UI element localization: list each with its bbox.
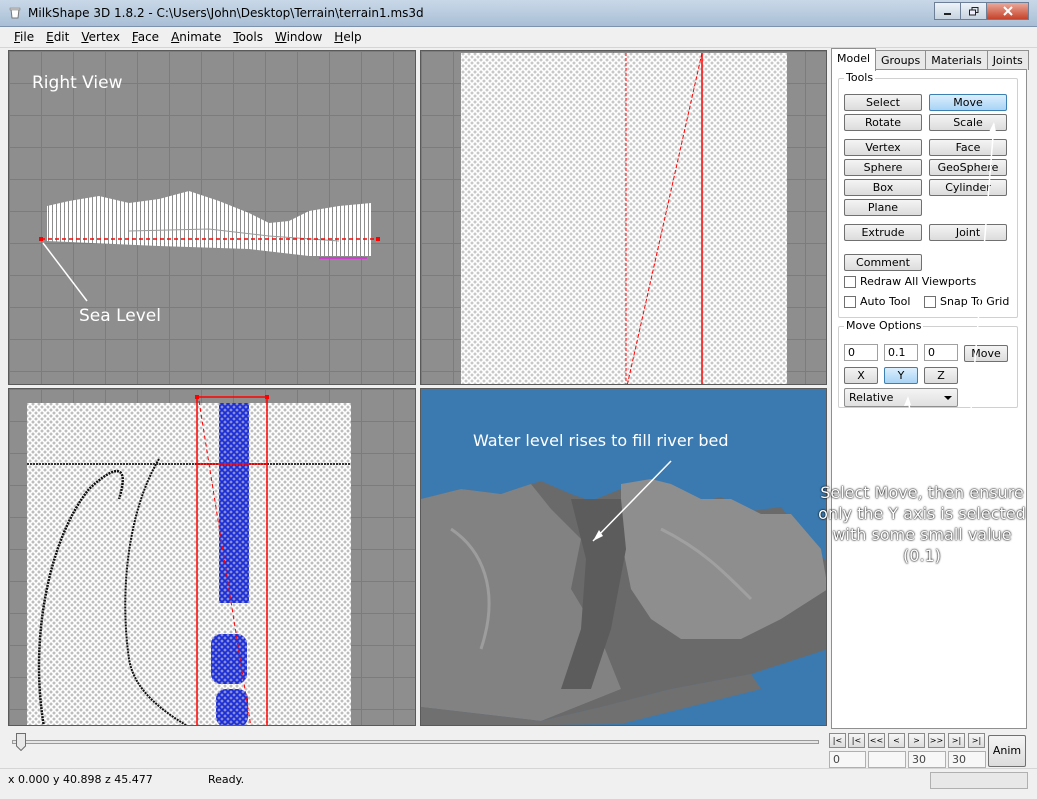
timeline-bar: |< |< << < > >> >| >| 0 30 30 Anim	[0, 731, 1037, 768]
frame-spacer-field	[868, 751, 906, 768]
close-icon	[1002, 6, 1013, 16]
tab-model[interactable]: Model	[831, 48, 877, 71]
menu-help[interactable]: Help	[328, 27, 367, 47]
chevron-down-icon	[944, 396, 952, 400]
snap-to-grid-checkbox[interactable]: Snap To Grid	[924, 295, 1009, 308]
apply-move-button[interactable]: Move	[964, 345, 1008, 362]
prev-key-button[interactable]: |<	[848, 733, 865, 748]
comment-tool-button[interactable]: Comment	[844, 254, 922, 271]
tools-group-title: Tools	[844, 71, 876, 84]
geosphere-tool-button[interactable]: GeoSphere	[929, 159, 1007, 176]
move-tool-button[interactable]: Move	[929, 94, 1007, 111]
redraw-all-viewports-checkbox[interactable]: Redraw All Viewports	[844, 275, 976, 288]
tab-materials[interactable]: Materials	[925, 50, 988, 70]
window-title: MilkShape 3D 1.8.2 - C:\Users\John\Deskt…	[28, 6, 424, 20]
move-mode-select[interactable]: Relative	[844, 388, 958, 407]
status-progress-panel	[930, 772, 1028, 789]
axis-y-toggle[interactable]: Y	[884, 367, 918, 384]
cursor-coordinates: x 0.000 y 40.898 z 45.477	[8, 773, 153, 786]
sea-level-annotation: Sea Level	[79, 306, 161, 326]
menu-window[interactable]: Window	[269, 27, 328, 47]
auto-tool-checkbox[interactable]: Auto Tool	[844, 295, 910, 308]
fast-forward-button[interactable]: >>	[928, 733, 945, 748]
checkbox-box	[844, 295, 856, 308]
checkbox-box	[844, 275, 856, 288]
title-bar: MilkShape 3D 1.8.2 - C:\Users\John\Deskt…	[0, 0, 1037, 27]
terrain-mesh-top	[27, 395, 351, 725]
face-tool-button[interactable]: Face	[929, 139, 1007, 156]
status-message: Ready.	[208, 773, 245, 786]
milkshape-app-icon	[9, 7, 21, 19]
viewport-label-right-view: Right View	[32, 73, 123, 93]
menu-vertex[interactable]: Vertex	[75, 27, 126, 47]
timeline-slider-handle[interactable]	[16, 733, 26, 751]
viewport-3d-view[interactable]: Water level rises to fill river bed	[420, 388, 827, 726]
tool-panel: Model Groups Materials Joints Tools Sele…	[831, 48, 1029, 731]
sphere-tool-button[interactable]: Sphere	[844, 159, 922, 176]
rotate-tool-button[interactable]: Rotate	[844, 114, 922, 131]
status-bar: x 0.000 y 40.898 z 45.477 Ready.	[0, 768, 1037, 799]
menu-tools[interactable]: Tools	[227, 27, 269, 47]
menu-face[interactable]: Face	[126, 27, 165, 47]
box-tool-button[interactable]: Box	[844, 179, 922, 196]
move-options-title: Move Options	[844, 319, 924, 332]
next-frame-button[interactable]: >	[908, 733, 925, 748]
axis-x-toggle[interactable]: X	[844, 367, 878, 384]
water-level-annotation: Water level rises to fill river bed	[473, 431, 729, 450]
checkbox-box	[924, 295, 936, 308]
prev-frame-button[interactable]: <	[888, 733, 905, 748]
end-frame-field[interactable]: 30	[948, 751, 986, 768]
anim-button[interactable]: Anim	[988, 735, 1026, 767]
terrain-profile	[39, 191, 380, 302]
first-frame-button[interactable]: |<	[829, 733, 846, 748]
restore-icon	[968, 6, 978, 15]
select-tool-button[interactable]: Select	[844, 94, 922, 111]
scale-tool-button[interactable]: Scale	[929, 114, 1007, 131]
rewind-button[interactable]: <<	[868, 733, 885, 748]
last-frame-button[interactable]: >|	[968, 733, 985, 748]
viewport-front-view[interactable]	[420, 50, 827, 385]
next-key-button[interactable]: >|	[948, 733, 965, 748]
tab-joints[interactable]: Joints	[986, 50, 1029, 70]
minimize-icon	[944, 12, 951, 15]
cylinder-tool-button[interactable]: Cylinder	[929, 179, 1007, 196]
extrude-tool-button[interactable]: Extrude	[844, 224, 922, 241]
move-x-input[interactable]: 0	[844, 344, 878, 361]
minimize-button[interactable]	[934, 2, 961, 20]
plane-tool-button[interactable]: Plane	[844, 199, 922, 216]
move-z-input[interactable]: 0	[924, 344, 958, 361]
close-button[interactable]	[986, 2, 1029, 20]
vertex-tool-button[interactable]: Vertex	[844, 139, 922, 156]
menu-bar: File Edit Vertex Face Animate Tools Wind…	[0, 27, 1037, 48]
joint-tool-button[interactable]: Joint	[929, 224, 1007, 241]
menu-edit[interactable]: Edit	[40, 27, 75, 47]
tab-groups[interactable]: Groups	[875, 50, 927, 70]
current-frame-field[interactable]: 0	[829, 751, 866, 768]
timeline-track[interactable]	[12, 740, 819, 744]
move-y-input[interactable]: 0.1	[884, 344, 918, 361]
model-tab-body: Tools Select Move Rotate Scale Vertex Fa…	[831, 69, 1027, 729]
start-frame-field[interactable]: 30	[908, 751, 946, 768]
axis-z-toggle[interactable]: Z	[924, 367, 958, 384]
instruction-annotation: Select Move, then ensure only the Y axis…	[818, 483, 1026, 565]
maximize-button[interactable]	[960, 2, 987, 20]
menu-animate[interactable]: Animate	[165, 27, 227, 47]
viewport-right-view[interactable]: Right View Sea Level	[8, 50, 416, 385]
terrain-mesh-front	[461, 52, 787, 384]
menu-file[interactable]: File	[8, 27, 40, 47]
viewport-top-view[interactable]	[8, 388, 416, 726]
